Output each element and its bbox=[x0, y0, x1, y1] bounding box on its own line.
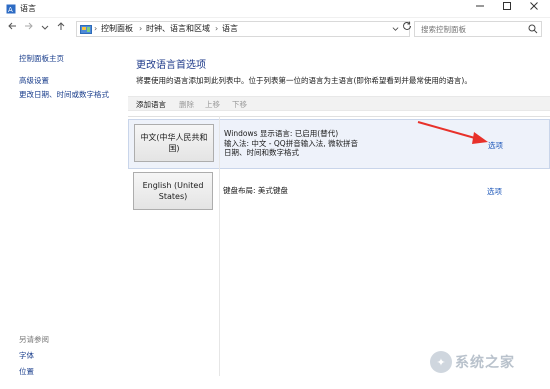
move-down-button[interactable]: 下移 bbox=[232, 98, 247, 111]
refresh-icon[interactable] bbox=[400, 21, 414, 37]
language-button-chinese[interactable]: 中文(中华人民共和国) bbox=[134, 124, 214, 162]
chevron-down-icon[interactable] bbox=[38, 21, 52, 37]
annotation-arrow-icon bbox=[417, 121, 488, 144]
language-info-line: Windows 显示语言: 已启用(替代) bbox=[224, 129, 339, 138]
language-button-english[interactable]: English (United States) bbox=[133, 172, 213, 210]
see-also-heading: 另请参阅 bbox=[19, 335, 49, 344]
language-info: 键盘布局: 美式键盘 bbox=[223, 186, 288, 196]
language-list: 中文(中华人民共和国) Windows 显示语言: 已启用(替代) 输入法: 中… bbox=[128, 116, 550, 376]
sidebar-link-location[interactable]: 位置 bbox=[19, 366, 34, 377]
options-link-english[interactable]: 选项 bbox=[487, 186, 502, 197]
breadcrumb-separator-icon: › bbox=[94, 24, 98, 33]
page-title: 更改语言首选项 bbox=[136, 60, 206, 71]
add-language-button[interactable]: 添加语言 bbox=[136, 98, 166, 111]
up-arrow-icon[interactable] bbox=[54, 21, 68, 37]
language-info-line: 日期、时间和数字格式 bbox=[224, 148, 299, 157]
breadcrumb-clock-language-region[interactable]: 时钟、语言和区域 bbox=[146, 22, 210, 36]
watermark-logo-icon: ✦ bbox=[430, 351, 452, 373]
sidebar-link-fonts[interactable]: 字体 bbox=[19, 350, 34, 361]
navigation-bar: › 控制面板 › 时钟、语言和区域 › 语言 bbox=[0, 18, 550, 40]
address-bar[interactable]: › 控制面板 › 时钟、语言和区域 › 语言 bbox=[76, 21, 410, 37]
language-icon: A bbox=[6, 4, 16, 14]
sidebar-link-control-panel-home[interactable]: 控制面板主页 bbox=[19, 53, 64, 64]
move-up-button[interactable]: 上移 bbox=[205, 98, 220, 111]
close-icon[interactable] bbox=[521, 0, 547, 18]
column-divider bbox=[219, 116, 220, 376]
language-toolbar: 添加语言 删除 上移 下移 bbox=[128, 96, 550, 111]
breadcrumb-separator-icon: › bbox=[139, 24, 143, 33]
minimize-icon[interactable] bbox=[467, 0, 493, 18]
language-info-line: 键盘布局: 美式键盘 bbox=[223, 186, 288, 195]
back-arrow-icon[interactable] bbox=[5, 21, 19, 37]
remove-button[interactable]: 删除 bbox=[179, 98, 194, 111]
sidebar-link-date-time-format[interactable]: 更改日期、时间或数字格式 bbox=[19, 89, 109, 100]
search-box[interactable] bbox=[414, 21, 542, 37]
search-input[interactable] bbox=[415, 22, 525, 36]
watermark: ✦ 系统之家 bbox=[430, 346, 546, 378]
window-title: 语言 bbox=[20, 4, 36, 13]
svg-text:A: A bbox=[8, 6, 13, 14]
sidebar-link-advanced-settings[interactable]: 高级设置 bbox=[19, 75, 49, 86]
maximize-icon[interactable] bbox=[494, 0, 520, 18]
page-description: 将要使用的语言添加到此列表中。位于列表第一位的语言为主语言(即你希望看到并最常使… bbox=[136, 76, 472, 85]
forward-arrow-icon[interactable] bbox=[22, 21, 36, 37]
language-info: Windows 显示语言: 已启用(替代) 输入法: 中文 - QQ拼音输入法,… bbox=[224, 129, 358, 158]
language-info-line: 输入法: 中文 - QQ拼音输入法, 微软拼音 bbox=[224, 138, 358, 148]
search-icon[interactable] bbox=[528, 24, 538, 34]
language-row[interactable]: English (United States) 键盘布局: 美式键盘 选项 bbox=[128, 170, 550, 216]
breadcrumb-control-panel[interactable]: 控制面板 bbox=[101, 22, 133, 36]
breadcrumb-language[interactable]: 语言 bbox=[222, 22, 238, 36]
title-bar: A 语言 bbox=[0, 0, 550, 18]
breadcrumb-separator-icon: › bbox=[215, 24, 219, 33]
control-panel-icon bbox=[80, 24, 92, 35]
watermark-text: 系统之家 bbox=[455, 355, 515, 371]
